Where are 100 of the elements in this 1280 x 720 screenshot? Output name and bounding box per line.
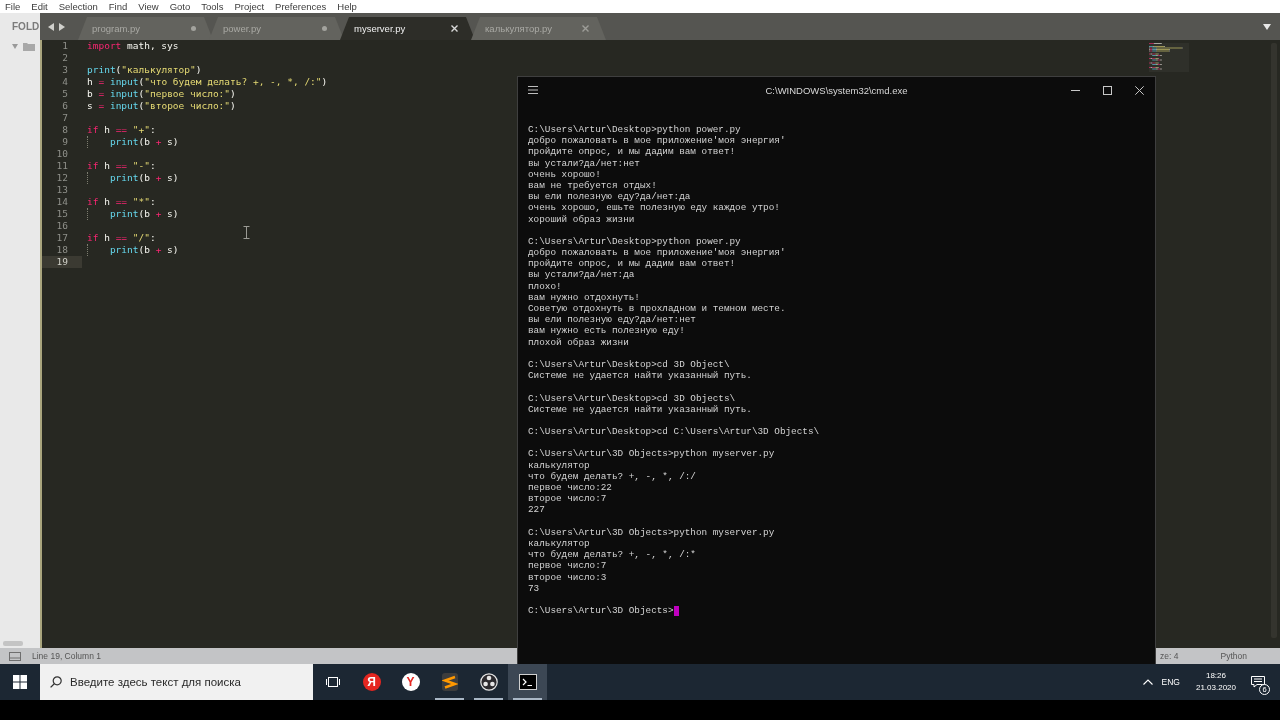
console-line: 73 — [528, 582, 540, 594]
line-number: 10 — [56, 148, 68, 160]
console-line: Системе не удается найти указанный путь. — [528, 403, 752, 415]
line-number: 8 — [62, 124, 68, 136]
search-field[interactable]: Введите здесь текст для поиска — [70, 676, 270, 688]
console-line: второе число:7 — [528, 493, 607, 505]
console-line: очень хорошо! — [528, 168, 601, 180]
line-number: 7 — [62, 112, 68, 124]
line-number: 14 — [56, 196, 68, 208]
line-number: 15 — [56, 208, 68, 220]
language-indicator[interactable]: ENG — [1157, 677, 1188, 687]
menu-item[interactable]: View — [138, 1, 159, 12]
console-line: калькулятор — [528, 459, 590, 471]
maximize-icon[interactable] — [1102, 85, 1112, 95]
console-line: Системе не удается найти указанный путь. — [528, 370, 752, 382]
folder-icon — [23, 41, 35, 51]
console-line: C:\Users\Artur\Desktop>cd C:\Users\Artur\3D Objects\ — [528, 426, 820, 438]
line-number: 6 — [62, 100, 68, 112]
minimize-icon[interactable] — [1070, 89, 1080, 91]
console-line: что будем делать? +, -, *, /:* — [528, 549, 696, 561]
line-number: 13 — [56, 184, 68, 196]
console-line: вам нужно отдохнуть! — [528, 291, 640, 303]
browser-logo-icon: Я — [362, 673, 381, 691]
panel-icon[interactable] — [9, 651, 21, 661]
search-icon — [50, 676, 62, 688]
letter-logo-icon: Y — [401, 673, 420, 691]
code-line: h = input("что будем делать? +, -, *, /:") — [87, 76, 328, 88]
console-line: C:\Users\Artur\Desktop>python power.py — [528, 235, 741, 248]
console-line: C:\Users\Artur\3D Objects>python myserver.py — [528, 526, 775, 538]
line-number: 18 — [56, 244, 68, 256]
menu-icon[interactable] — [528, 86, 538, 94]
code-line: print(b + s) — [109, 244, 179, 256]
console-line: C:\Users\Artur\Desktop>cd 3D Objects\ — [528, 392, 736, 404]
line-number: 4 — [62, 76, 68, 88]
taskbar-app-button[interactable] — [508, 664, 547, 700]
menu-item[interactable]: Edit — [31, 1, 48, 12]
console-line: вы ели полезную еду?да/нет:да — [528, 191, 691, 203]
taskbar-app-button[interactable]: Y — [391, 664, 430, 700]
console-line: вам не требуется отдых! — [528, 179, 657, 192]
line-number: 11 — [56, 160, 68, 172]
console-line: второе число:3 — [528, 571, 607, 583]
code-line: if h == "*": — [87, 196, 156, 208]
menu-item[interactable]: Goto — [169, 1, 191, 12]
code-line: import math, sys — [87, 40, 179, 52]
window-title: C:\WINDOWS\system32\cmd.exe — [765, 84, 908, 96]
console-line: вы устали?да/нет:нет — [528, 157, 640, 169]
sidebar-header: FOLD — [12, 21, 40, 32]
clock[interactable]: 18:26 21.03.2020 — [1187, 664, 1244, 700]
syntax-indicator[interactable]: Python — [1220, 651, 1247, 661]
task-view-icon — [325, 676, 340, 688]
console-line: C:\Users\Artur\3D Objects>python myserver.py — [528, 448, 775, 460]
line-number: 17 — [56, 232, 68, 244]
menu-item[interactable]: Selection — [58, 1, 98, 12]
tab[interactable]: myserver.py — [340, 17, 475, 40]
console-line: плохой образ жизни — [528, 336, 629, 348]
console-line: Советую отдохнуть в прохладном и темном месте. — [528, 303, 786, 315]
line-number: 3 — [62, 64, 68, 76]
cursor-position: Line 19, Column 1 — [32, 651, 101, 661]
console-line: 227 — [528, 504, 545, 516]
menu-item[interactable]: Project — [234, 1, 265, 12]
line-number: 2 — [62, 52, 68, 64]
taskbar-app-button[interactable]: Я — [352, 664, 391, 700]
menu-item[interactable]: Find — [108, 1, 128, 12]
code-line: if h == "-": — [87, 160, 156, 172]
code-line: print(b + s) — [109, 208, 179, 220]
caret-right-icon[interactable] — [59, 22, 65, 31]
code-line: if h == "+": — [87, 124, 156, 136]
scrollbar[interactable] — [3, 641, 23, 646]
line-number: 9 — [62, 136, 68, 148]
line-number: 5 — [62, 88, 68, 100]
console-line: C:\Users\Artur\3D Objects> — [528, 605, 674, 617]
console-line: что будем делать? +, -, *, /:/ — [528, 470, 696, 482]
console-line: плохо! — [528, 280, 562, 292]
console-line: первое число:22 — [528, 482, 612, 494]
code-line: print(b + s) — [109, 136, 179, 148]
line-number: 16 — [56, 220, 68, 232]
menu-item[interactable]: File — [5, 1, 21, 12]
console-line: пройдите опрос, и мы дадим вам ответ! — [528, 146, 736, 158]
console-line: добро пожаловать в мое приложение'моя энергия' — [528, 135, 786, 147]
chevron-up-icon[interactable] — [1142, 679, 1153, 685]
windows-logo-icon — [13, 675, 27, 689]
code-line: b = input("первое число:") — [87, 88, 236, 100]
console-line: пройдите опрос, и мы дадим вам ответ! — [528, 258, 736, 270]
menu-item[interactable]: Help — [337, 1, 357, 12]
caret-left-icon[interactable] — [48, 22, 54, 31]
console-line: вы ели полезную еду?да/нет:нет — [528, 314, 696, 326]
caret-down-icon[interactable] — [1263, 23, 1271, 30]
line-number: 12 — [56, 172, 68, 184]
notification-icon — [1251, 676, 1265, 688]
console-line: C:\Users\Artur\Desktop>cd 3D Object\ — [528, 358, 730, 371]
console-line: C:\Users\Artur\Desktop>python power.py — [528, 124, 741, 136]
tab-size-indicator[interactable]: ze: 4 — [1160, 651, 1179, 661]
code-line: if h == "/": — [87, 232, 156, 244]
close-icon[interactable] — [1134, 85, 1144, 95]
console-line: хороший образ жизни — [528, 213, 635, 225]
console-line: вы устали?да/нет:да — [528, 269, 635, 281]
close-icon[interactable] — [451, 25, 458, 32]
menu-item[interactable]: Tools — [201, 1, 224, 12]
menu-item[interactable]: Preferences — [275, 1, 327, 12]
code-line: print("калькулятор") — [87, 64, 202, 76]
